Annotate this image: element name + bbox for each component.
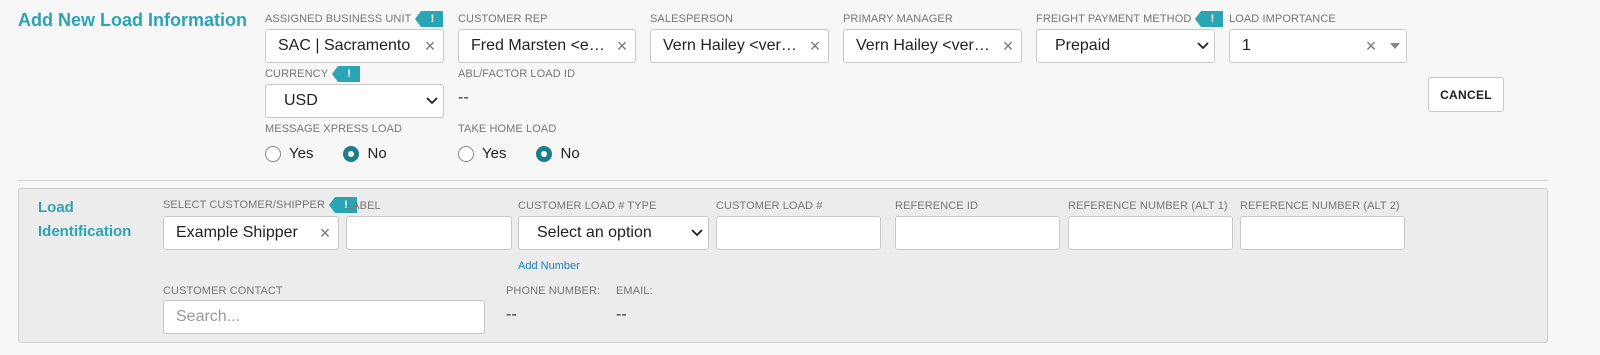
load-identification-title-line1: Load xyxy=(38,199,74,216)
reference-alt2-label: REFERENCE NUMBER (ALT 2) xyxy=(1240,200,1400,212)
reference-id-input[interactable] xyxy=(895,216,1060,250)
salesperson-value: Vern Hailey <vern.hailey@example.com> xyxy=(663,37,802,54)
customer-shipper-value: Example Shipper xyxy=(176,224,298,241)
customer-contact-label: CUSTOMER CONTACT xyxy=(163,285,283,297)
freight-payment-select[interactable]: Prepaid xyxy=(1036,29,1215,63)
freight-payment-label-wrap: FREIGHT PAYMENT METHOD ! xyxy=(1036,11,1224,27)
load-importance-select[interactable]: 1 × xyxy=(1229,29,1407,63)
message-xpress-no-radio[interactable] xyxy=(343,145,360,162)
take-home-no-radio[interactable] xyxy=(536,145,553,162)
primary-manager-label: PRIMARY MANAGER xyxy=(843,13,953,25)
business-unit-label: ASSIGNED BUSINESS UNIT xyxy=(265,13,412,25)
cancel-button[interactable]: CANCEL xyxy=(1428,77,1504,112)
business-unit-value: SAC | Sacramento xyxy=(278,37,411,54)
message-xpress-yes-label[interactable]: Yes xyxy=(289,145,313,162)
currency-value: USD xyxy=(284,92,318,109)
add-number-link[interactable]: Add Number xyxy=(518,260,580,272)
take-home-yes-label[interactable]: Yes xyxy=(482,145,506,162)
take-home-label: TAKE HOME LOAD xyxy=(458,123,557,135)
clear-icon[interactable]: × xyxy=(417,36,443,57)
customer-load-type-select[interactable]: Select an option xyxy=(518,216,709,250)
reference-id-label: REFERENCE ID xyxy=(895,200,979,212)
required-flag-icon: ! xyxy=(1195,11,1224,27)
take-home-no-label[interactable]: No xyxy=(560,145,579,162)
message-xpress-no-label[interactable]: No xyxy=(367,145,386,162)
label-input[interactable] xyxy=(346,216,512,250)
customer-load-num-input[interactable] xyxy=(716,216,881,250)
primary-manager-select[interactable]: Vern Hailey <vern.hailey@example.com> × xyxy=(843,29,1022,63)
customer-rep-label: CUSTOMER REP xyxy=(458,13,548,25)
section-divider xyxy=(18,180,1548,181)
currency-label: CURRENCY xyxy=(265,68,329,80)
phone-number-label: PHONE NUMBER: xyxy=(506,285,601,297)
customer-load-type-value: Select an option xyxy=(537,224,652,241)
customer-load-type-label: CUSTOMER LOAD # TYPE xyxy=(518,200,657,212)
take-home-radio-group: Yes No xyxy=(458,145,580,162)
message-xpress-label: MESSAGE XPRESS LOAD xyxy=(265,123,402,135)
email-label: EMAIL: xyxy=(616,285,653,297)
email-value: -- xyxy=(616,306,627,323)
message-xpress-radio-group: Yes No xyxy=(265,145,387,162)
load-identification-title-line2: Identification xyxy=(38,223,132,240)
take-home-yes-radio[interactable] xyxy=(458,145,474,162)
customer-rep-value: Fred Marsten <example.rep@example.com> xyxy=(471,37,609,54)
clear-icon[interactable]: × xyxy=(995,36,1021,57)
load-importance-label: LOAD IMPORTANCE xyxy=(1229,13,1336,25)
currency-label-wrap: CURRENCY ! xyxy=(265,66,361,82)
chevron-down-icon xyxy=(421,97,443,105)
chevron-down-icon xyxy=(686,229,708,237)
reference-alt2-input[interactable] xyxy=(1240,216,1405,250)
customer-load-num-label: CUSTOMER LOAD # xyxy=(716,200,823,212)
freight-payment-label: FREIGHT PAYMENT METHOD xyxy=(1036,13,1192,25)
message-xpress-yes-radio[interactable] xyxy=(265,145,281,162)
customer-shipper-select[interactable]: Example Shipper × xyxy=(163,216,339,250)
clear-icon[interactable]: × xyxy=(609,36,635,57)
customer-contact-placeholder: Search... xyxy=(176,308,241,325)
primary-manager-value: Vern Hailey <vern.hailey@example.com> xyxy=(856,37,995,54)
label-field-label: LABEL xyxy=(346,200,381,212)
customer-shipper-label: SELECT CUSTOMER/SHIPPER xyxy=(163,199,326,211)
caret-down-icon xyxy=(1384,42,1406,50)
chevron-down-icon xyxy=(1192,42,1214,50)
customer-contact-search-input[interactable]: Search... xyxy=(163,300,485,334)
business-unit-label-wrap: ASSIGNED BUSINESS UNIT ! xyxy=(265,11,444,27)
customer-rep-select[interactable]: Fred Marsten <example.rep@example.com> × xyxy=(458,29,636,63)
load-identification-title: Load Identification xyxy=(38,196,131,244)
salesperson-select[interactable]: Vern Hailey <vern.hailey@example.com> × xyxy=(650,29,829,63)
reference-alt1-label: REFERENCE NUMBER (ALT 1) xyxy=(1068,200,1228,212)
freight-payment-value: Prepaid xyxy=(1055,37,1111,54)
reference-alt1-input[interactable] xyxy=(1068,216,1233,250)
abl-factor-value: -- xyxy=(458,89,469,106)
clear-icon[interactable]: × xyxy=(312,223,338,244)
abl-factor-label: ABL/FACTOR LOAD ID xyxy=(458,68,576,80)
required-flag-icon: ! xyxy=(415,11,444,27)
clear-icon[interactable]: × xyxy=(802,36,828,57)
currency-select[interactable]: USD xyxy=(265,84,444,118)
required-flag-icon: ! xyxy=(332,66,361,82)
customer-shipper-label-wrap: SELECT CUSTOMER/SHIPPER ! xyxy=(163,197,358,213)
business-unit-select[interactable]: SAC | Sacramento × xyxy=(265,29,444,63)
phone-number-value: -- xyxy=(506,306,517,323)
load-importance-value: 1 xyxy=(1242,37,1251,54)
clear-icon[interactable]: × xyxy=(1358,36,1384,57)
page-title: Add New Load Information xyxy=(18,10,247,30)
salesperson-label: SALESPERSON xyxy=(650,13,734,25)
